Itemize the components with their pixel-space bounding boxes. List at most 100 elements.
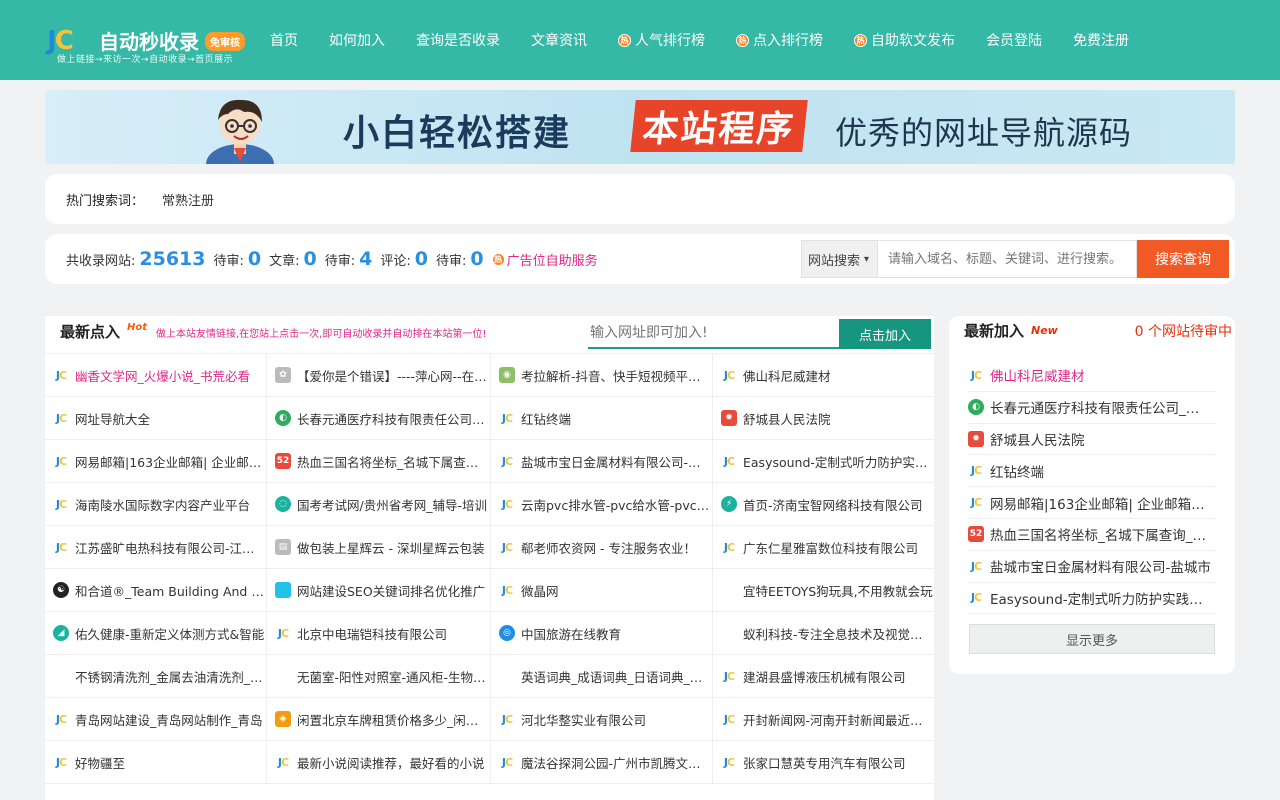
site-link-item[interactable]: ⚡ 首页-济南宝智网络科技有限公司 (713, 483, 934, 526)
site-link-item[interactable]: ☯ 和合道®_Team Building And Training (45, 569, 267, 612)
site-link-item[interactable]: ◎ 中国旅游在线教育 (491, 612, 713, 655)
nav-item[interactable]: 热人气排行榜 (618, 30, 705, 50)
latest-joined-panel: 最新加入 New 0 个网站待审中 J C 佛山科尼威建材 ◐ 长春元通医疗科技有限责任… (949, 316, 1235, 674)
ad-service-link[interactable]: 热广告位自助服务 (491, 250, 598, 269)
site-link-item[interactable]: JC 网易邮箱|163企业邮箱| 企业邮箱申请 (45, 440, 267, 483)
site-link-title: 广东仁星雅富数位科技有限公司 (743, 540, 919, 556)
site-link-item[interactable]: ◢ 佑久健康-重新定义体测方式&智能 (45, 612, 267, 655)
site-link-item[interactable]: J C Easysound-定制式听力防护实践方案 (713, 440, 934, 483)
site-link-item[interactable]: J C 网址导航大全 (45, 397, 267, 440)
site-link-item[interactable]: J C 最新小说阅读推荐，最好看的小说 (267, 741, 491, 784)
nav-item[interactable]: 会员登陆 (986, 30, 1042, 50)
site-link-item[interactable]: J C 魔法谷探洞公园-广州市凯腾文化旅游 (491, 741, 713, 784)
sites-pending-count: 0 (247, 248, 262, 270)
site-link-item[interactable]: J C 北京中电瑞铠科技有限公司 (267, 612, 491, 655)
latest-site-item[interactable]: J C 佛山科尼威建材 (968, 360, 1215, 392)
site-link-title: 盐城市宝日金属材料有限公司-盐城市 (521, 454, 711, 470)
search-input[interactable] (878, 240, 1137, 278)
site-link-title: 首页-济南宝智网络科技有限公司 (743, 497, 923, 513)
site-link-item[interactable]: J C 河北华整实业有限公司 (491, 698, 713, 741)
hot-search-term[interactable]: 常熟注册 (162, 190, 214, 209)
cartoon-person-icon (206, 99, 274, 164)
site-link-item[interactable]: ▤ 做包装上星辉云 - 深圳星辉云包装 (267, 526, 491, 569)
site-link-title: 闲置北京车牌租赁价格多少_闲置车牌 (297, 712, 487, 728)
site-favicon-icon: JC (723, 454, 735, 468)
site-link-item[interactable]: J C 开封新闻网-河南开封新闻最近消息 (713, 698, 934, 741)
latest-site-item[interactable]: J C 网易邮箱|163企业邮箱| 企业邮箱申请 (968, 487, 1215, 519)
nav-item[interactable]: 如何加入 (329, 30, 385, 50)
url-input[interactable] (588, 319, 839, 349)
site-link-item[interactable]: J C 海南陵水国际数字内容产业平台 (45, 483, 267, 526)
site-favicon-icon: JC (501, 540, 513, 554)
nav-item-label: 免费注册 (1073, 33, 1129, 49)
nav-item[interactable]: 查询是否收录 (416, 30, 500, 50)
site-link-item[interactable]: ✹ 舒城县人民法院 (713, 397, 934, 440)
latest-site-item[interactable]: 52 热血三国名将坐标_名城下属查询_攻略 (968, 519, 1215, 551)
search-type-select[interactable]: 网站搜索 ▾ (801, 240, 878, 278)
latest-site-item[interactable]: ✹ 舒城县人民法院 (968, 424, 1215, 456)
site-favicon-icon: JC (723, 669, 735, 683)
site-link-item[interactable]: ◐ 长春元通医疗科技有限责任公司_官网 (267, 397, 491, 440)
site-link-item[interactable]: ▽ 蚁利科技-专注全息技术及视觉展示 (713, 612, 934, 655)
show-more-button[interactable]: 显示更多 (969, 624, 1215, 654)
site-link-item[interactable]: J C 张家口慧英专用汽车有限公司 (713, 741, 934, 784)
site-link-item[interactable]: ◈ 闲置北京车牌租赁价格多少_闲置车牌 (267, 698, 491, 741)
site-link-item[interactable]: ◉ 考拉解析-抖音、快手短视频平台去水印 (491, 354, 713, 397)
promo-banner[interactable]: 小白轻松搭建 本站程序 优秀的网址导航源码 (45, 90, 1235, 164)
latest-site-item[interactable]: J C 红钻终端 (968, 455, 1215, 488)
site-link-item[interactable]: 52 热血三国名将坐标_名城下属查询_攻略 (267, 440, 491, 483)
latest-site-item[interactable]: ◐ 长春元通医疗科技有限责任公司_官网 (968, 392, 1215, 424)
site-favicon-icon: ✹ (721, 410, 737, 426)
site-link-item[interactable]: J C 江苏盛旷电热科技有限公司-江苏电热 (45, 526, 267, 569)
site-link-item[interactable]: VOL无菌室-阳性对照室-通风柜-生物安全柜 (267, 655, 491, 698)
site-favicon-icon: JC (55, 755, 67, 769)
site-favicon-icon: JC (970, 368, 982, 382)
site-link-item[interactable]: J C 佛山科尼威建材 (713, 354, 934, 397)
comments-pending-count: 0 (470, 248, 484, 270)
site-link-item[interactable]: 网站建设SEO关键词排名优化推广 (267, 569, 491, 612)
pending-sites-text: 0 个网站待审中 (1134, 324, 1232, 340)
site-favicon-icon: JC (970, 496, 982, 510)
hot-icon: 热 (491, 252, 505, 266)
nav-item[interactable]: 首页 (270, 30, 298, 50)
site-link-item[interactable]: J C 微晶网 (491, 569, 713, 612)
site-favicon-icon: JC (501, 755, 513, 769)
site-link-item[interactable]: J C 红钻终端 (491, 397, 713, 440)
search-button[interactable]: 搜索查询 (1137, 240, 1229, 278)
nav-item[interactable]: 热点入排行榜 (736, 30, 823, 50)
site-link-item[interactable]: 不锈钢清洗剂_金属去油清洗剂_厂家 (45, 655, 267, 698)
comments-count-label: 评论: (380, 253, 411, 269)
site-link-item[interactable]: J C 云南pvc排水管-pvc给水管-pvc线管 (491, 483, 713, 526)
site-favicon-icon: JC (501, 497, 513, 511)
add-site-button[interactable]: 点击加入 (839, 319, 931, 349)
site-link-item[interactable]: J C 幽香文学网_火爆小说_书荒必看 (45, 354, 267, 397)
site-link-item[interactable]: J C 盐城市宝日金属材料有限公司-盐城市 (491, 440, 713, 483)
site-link-title: 最新小说阅读推荐，最好看的小说 (297, 755, 485, 771)
site-link-item[interactable]: ✿ 【爱你是个错误】----萍心网--在线阅读 (267, 354, 491, 397)
site-favicon-icon: JC (723, 368, 735, 382)
nav-item-label: 首页 (270, 33, 298, 49)
nav-item[interactable]: 文章资讯 (531, 30, 587, 50)
site-link-item[interactable]: J C 建湖县盛博液压机械有限公司 (713, 655, 934, 698)
site-link-item[interactable]: ◌ 国考考试网/贵州省考网_辅导-培训 (267, 483, 491, 526)
nav-item[interactable]: 热自助软文发布 (854, 30, 955, 50)
latest-site-title: 舒城县人民法院 (990, 432, 1085, 449)
main-nav: 首页 如何加入 查询是否收录 文章资讯 热人气排行榜 热点入排行榜 热自助软文发布 会员登陆 免… (270, 0, 1160, 80)
site-link-item[interactable]: J C 郗老师农资网 - 专注服务农业！ (491, 526, 713, 569)
site-link-title: 考拉解析-抖音、快手短视频平台去水印 (521, 368, 711, 384)
site-link-title: 热血三国名将坐标_名城下属查询_攻略 (297, 454, 487, 470)
site-favicon-icon (275, 582, 291, 598)
site-link-title: 英语词典_成语词典_日语词典_在线查询 (521, 669, 711, 685)
site-search: 网站搜索▾ 搜索查询 (801, 240, 1229, 278)
latest-site-title: 佛山科尼威建材 (990, 369, 1085, 386)
latest-site-item[interactable]: J C 盐城市宝日金属材料有限公司-盐城市 (968, 551, 1215, 583)
site-link-item[interactable]: N 宜特EETOYS狗玩具,不用教就会玩 (713, 569, 934, 612)
nav-item[interactable]: 免费注册 (1073, 30, 1129, 50)
site-link-item[interactable]: 英语词典_成语词典_日语词典_在线查询 (491, 655, 713, 698)
nav-item-label: 文章资讯 (531, 33, 587, 49)
site-link-item[interactable]: J C 广东仁星雅富数位科技有限公司 (713, 526, 934, 569)
site-logo[interactable]: JC 自动秒收录 免审核 做上链接→来访一次→自动收录→首页展示 (47, 24, 257, 66)
site-link-item[interactable]: J C 青岛网站建设_青岛网站制作_青岛 (45, 698, 267, 741)
latest-site-item[interactable]: J C Easysound-定制式听力防护实践方案 (968, 583, 1215, 615)
site-link-item[interactable]: J C 好物疆至 (45, 741, 267, 784)
